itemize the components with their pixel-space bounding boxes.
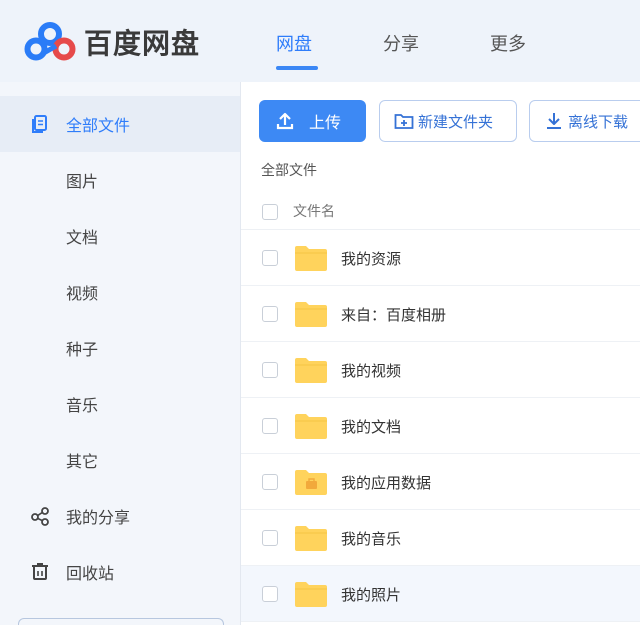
- row-checkbox[interactable]: [262, 586, 278, 602]
- table-row[interactable]: 我的应用数据: [241, 454, 640, 510]
- upload-button[interactable]: 上传: [259, 100, 366, 142]
- tab-share[interactable]: 分享: [383, 30, 419, 56]
- file-name[interactable]: 我的音乐: [341, 528, 401, 549]
- file-name[interactable]: 我的资源: [341, 248, 401, 269]
- upload-icon: [276, 112, 294, 130]
- sidebar-item-images[interactable]: 图片: [0, 152, 240, 208]
- row-checkbox[interactable]: [262, 530, 278, 546]
- trash-icon: [32, 563, 48, 580]
- download-icon: [547, 113, 561, 129]
- folder-icon: [295, 582, 327, 607]
- table-row[interactable]: 我的音乐: [241, 510, 640, 566]
- new-folder-icon: [394, 114, 414, 129]
- table-row[interactable]: 我的视频: [241, 342, 640, 398]
- upload-button-label: 上传: [309, 113, 342, 132]
- row-checkbox[interactable]: [262, 418, 278, 434]
- sidebar-item-other[interactable]: 其它: [0, 432, 240, 488]
- sidebar-item-label: 视频: [66, 284, 99, 303]
- column-header-filename[interactable]: 文件名: [293, 201, 335, 221]
- app-header: 百度网盘 网盘 分享 更多: [0, 0, 640, 82]
- row-checkbox[interactable]: [262, 362, 278, 378]
- app-folder-icon: [295, 470, 327, 495]
- sidebar-item-my-shares[interactable]: 我的分享: [0, 488, 240, 544]
- sidebar-item-label: 我的分享: [66, 508, 131, 527]
- sidebar-item-videos[interactable]: 视频: [0, 264, 240, 320]
- select-all-checkbox[interactable]: [262, 204, 278, 220]
- sidebar-item-documents[interactable]: 文档: [0, 208, 240, 264]
- file-list-header: 文件名: [241, 194, 640, 230]
- table-row[interactable]: 来自：百度相册: [241, 286, 640, 342]
- row-checkbox[interactable]: [262, 474, 278, 490]
- sidebar-item-torrents[interactable]: 种子: [0, 320, 240, 376]
- sidebar-item-label: 全部文件: [66, 116, 131, 135]
- sidebar-item-recycle-bin[interactable]: 回收站: [0, 544, 240, 600]
- file-name[interactable]: 我的视频: [341, 360, 401, 381]
- file-area: 上传 新建文件夹 离线下载 全部文件 文件名 我的资源 来自：百度相册 我的视频…: [240, 82, 640, 625]
- new-folder-button[interactable]: 新建文件夹: [379, 100, 517, 142]
- share-icon: [31, 507, 49, 526]
- folder-icon: [295, 526, 327, 551]
- folder-icon: [295, 414, 327, 439]
- cloud-logo-icon: [24, 22, 76, 61]
- table-row[interactable]: 我的文档: [241, 398, 640, 454]
- offline-download-button-label: 离线下载: [568, 112, 629, 131]
- sidebar-item-label: 回收站: [66, 564, 115, 583]
- sidebar-item-label: 其它: [66, 452, 99, 471]
- offline-download-button[interactable]: 离线下载: [529, 100, 640, 142]
- breadcrumb[interactable]: 全部文件: [261, 160, 317, 180]
- row-checkbox[interactable]: [262, 306, 278, 322]
- sidebar-item-music[interactable]: 音乐: [0, 376, 240, 432]
- sidebar-item-label: 文档: [66, 228, 99, 247]
- tab-netdisk[interactable]: 网盘: [276, 30, 312, 56]
- file-name[interactable]: 来自：百度相册: [341, 304, 446, 325]
- sidebar-item-label: 图片: [66, 172, 99, 191]
- file-name[interactable]: 我的文档: [341, 416, 401, 437]
- file-name[interactable]: 我的照片: [341, 584, 401, 605]
- sidebar-storage-box[interactable]: [18, 618, 224, 625]
- new-folder-button-label: 新建文件夹: [418, 112, 494, 131]
- sidebar-item-all-files[interactable]: 全部文件: [0, 96, 240, 152]
- table-row[interactable]: 我的资源: [241, 230, 640, 286]
- row-checkbox[interactable]: [262, 250, 278, 266]
- logo-text: 百度网盘: [84, 27, 201, 60]
- tab-more[interactable]: 更多: [490, 30, 526, 56]
- file-name[interactable]: 我的应用数据: [341, 472, 431, 493]
- active-tab-indicator: [276, 66, 318, 70]
- table-row[interactable]: 我的照片: [241, 566, 640, 622]
- files-icon: [32, 115, 47, 133]
- baidu-netdisk-logo[interactable]: 百度网盘: [24, 22, 200, 62]
- sidebar: 全部文件 图片 文档 视频 种子 音乐 其它 我的分享 回收站: [0, 82, 240, 625]
- sidebar-item-label: 音乐: [66, 396, 99, 415]
- folder-icon: [295, 246, 327, 271]
- sidebar-item-label: 种子: [66, 340, 99, 359]
- folder-icon: [295, 302, 327, 327]
- folder-icon: [295, 358, 327, 383]
